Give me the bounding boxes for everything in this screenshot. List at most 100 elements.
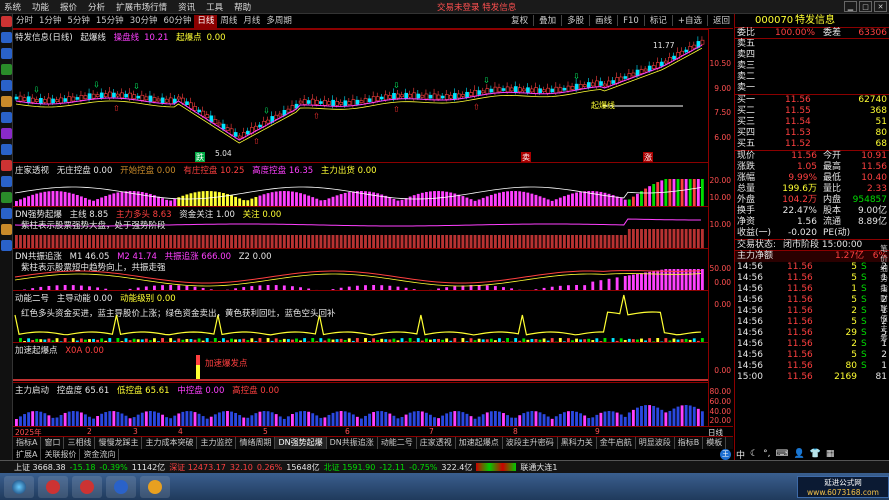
draw-button[interactable]: 画线 (592, 15, 615, 28)
alert-icon[interactable] (1, 160, 12, 171)
rank-icon[interactable] (1, 144, 12, 155)
ime-skin-icon[interactable]: 👕 (810, 449, 821, 459)
side-view-tab[interactable]: 联 (879, 304, 889, 314)
netflow-row[interactable]: 主力净额 1.27亿 6% (735, 251, 889, 262)
order-book-row[interactable]: 卖四 (735, 50, 889, 61)
chart-icon[interactable] (1, 48, 12, 59)
tab-period-60m[interactable]: 60分钟 (161, 15, 195, 28)
ime-grid-icon[interactable]: ▦ (826, 449, 835, 459)
taskbar-app[interactable] (72, 475, 102, 498)
tab-period-30m[interactable]: 30分钟 (127, 15, 161, 28)
tab-indicator[interactable]: 指标B (675, 437, 704, 449)
order-book-row[interactable]: 买一 11.56 62740 (735, 95, 889, 106)
connection-status[interactable]: 联通大连1 (520, 462, 557, 473)
ime-keyboard-icon[interactable]: ⌨ (775, 449, 788, 459)
menu-item-analysis[interactable]: 分析 (88, 1, 105, 13)
close-icon[interactable]: ✕ (874, 1, 887, 12)
tab-period-15m[interactable]: 15分钟 (93, 15, 127, 28)
side-view-tab[interactable]: 笔 (879, 244, 889, 254)
order-book-row[interactable]: 卖三 (735, 61, 889, 72)
menu-item-system[interactable]: 系统 (4, 1, 21, 13)
tab-indicator[interactable]: 黑科力关 (558, 437, 597, 449)
order-book-row[interactable]: 卖五 (735, 39, 889, 50)
tab-indicator[interactable]: 波段主升密码 (503, 437, 558, 449)
add-favorite-button[interactable]: +自选 (675, 15, 705, 28)
taskbar-app[interactable] (106, 475, 136, 498)
tab-period-day[interactable]: 日线 (194, 14, 218, 28)
index-bz[interactable]: 北证 1591.90 (324, 462, 376, 473)
panel-jiasu[interactable]: 加速起爆点 X0A 0.00 加速爆发点 (13, 342, 708, 382)
multi-stock-button[interactable]: 多股 (564, 15, 587, 28)
tab-indicator[interactable]: 窗口 (41, 437, 65, 449)
taskbar-app[interactable] (140, 475, 170, 498)
formula-icon[interactable] (1, 176, 12, 187)
tab-fund-flow[interactable]: 资金流向 (80, 449, 120, 460)
menu-item-quote[interactable]: 报价 (60, 1, 77, 13)
tick-list[interactable]: 14:56 11.56 5 S 2 14:56 11.56 5 S 1 14:56 11.56 1 S 1 1… (735, 262, 889, 383)
tab-indicator[interactable]: 主力成本突破 (142, 437, 198, 449)
side-view-tab[interactable]: 主 (879, 324, 889, 334)
taskbar-app[interactable] (38, 475, 68, 498)
maximize-icon[interactable]: □ (859, 1, 872, 12)
order-book-row[interactable]: 卖一 (735, 83, 889, 94)
back-button[interactable]: 返回 (710, 15, 733, 28)
panel-zhuli[interactable]: 主力启动 控盘度 65.61 低控盘 65.61 中控盘 0.00 高控盘 0.… (13, 382, 708, 426)
tab-extended-a[interactable]: 扩展A (13, 449, 42, 460)
tab-period-fenshi[interactable]: 分时 (13, 15, 36, 28)
side-view-tab[interactable]: 指 (879, 284, 889, 294)
panel-zhuangjia[interactable]: 庄家透视 无庄控盘 0.00 开始控盘 0.00 有庄控盘 10.25 高度控盘… (13, 162, 708, 206)
tab-related-quote[interactable]: 关联报价 (41, 449, 81, 460)
panel-dnqibao[interactable]: DN强势起爆 主线 8.85 主力多头 8.63 资金关注 1.00 关注 0.… (13, 206, 708, 248)
tab-indicator[interactable]: 庄家透视 (417, 437, 456, 449)
home-icon[interactable] (1, 16, 12, 27)
order-book-row[interactable]: 买二 11.55 368 (735, 106, 889, 117)
sector-icon[interactable] (1, 112, 12, 123)
tab-indicator[interactable]: 动能二号 (378, 437, 417, 449)
side-view-tab[interactable]: 筹 (879, 334, 889, 344)
tab-period-multi[interactable]: 多周期 (263, 15, 295, 28)
tab-indicator[interactable]: 明显波段 (636, 437, 675, 449)
side-view-tab[interactable]: 价 (879, 254, 889, 264)
menu-item-help[interactable]: 帮助 (234, 1, 251, 13)
tab-indicator[interactable]: 情绪周期 (236, 437, 276, 449)
tab-period-1m[interactable]: 1分钟 (36, 15, 64, 28)
tab-period-5m[interactable]: 5分钟 (64, 15, 92, 28)
order-book-row[interactable]: 卖二 (735, 72, 889, 83)
tab-indicator[interactable]: 三相线 (64, 437, 96, 449)
select-icon[interactable] (1, 192, 12, 203)
tool-icon[interactable] (1, 224, 12, 235)
news-icon[interactable] (1, 96, 12, 107)
order-book-row[interactable]: 买五 11.52 68 (735, 139, 889, 150)
side-view-tab[interactable]: 细 (879, 264, 889, 274)
tab-period-week[interactable]: 周线 (217, 15, 240, 28)
ime-punct-icon[interactable]: °, (763, 449, 770, 459)
mark-button[interactable]: 标记 (647, 15, 670, 28)
tab-indicator[interactable]: 指标A (13, 437, 42, 449)
tab-indicator[interactable]: 加速起爆点 (456, 437, 503, 449)
minimize-icon[interactable]: ▁ (844, 1, 857, 12)
ime-moon-icon[interactable]: ☾ (750, 449, 758, 459)
panel-gongzhen[interactable]: DN共振追涨 M1 46.05 M2 41.74 共振追涨 666.00 Z2 … (13, 248, 708, 290)
adjust-button[interactable]: 复权 (508, 15, 531, 28)
tab-indicator[interactable]: DN强势起爆 (275, 437, 327, 449)
menu-item-function[interactable]: 功能 (32, 1, 49, 13)
tab-indicator[interactable]: DN共振追涨 (327, 437, 378, 449)
panel-dongneng[interactable]: 动能二号 主导动能 0.00 动能级别 0.00 红色多头资金买进，蓝主导股价上… (13, 290, 708, 342)
ime-mode[interactable]: 中 (736, 448, 745, 461)
order-book-row[interactable]: 买四 11.53 80 (735, 128, 889, 139)
start-button[interactable] (4, 475, 34, 498)
rsi-icon[interactable] (1, 208, 12, 219)
f10-button[interactable]: F10 (620, 15, 642, 28)
side-view-tab[interactable]: 值 (879, 314, 889, 324)
kline-icon[interactable] (1, 80, 12, 91)
tab-indicator[interactable]: 慢慢龙踩主 (95, 437, 143, 449)
overlay-button[interactable]: 叠加 (536, 15, 559, 28)
ime-logo-icon[interactable]: 王 (720, 448, 731, 460)
quote-icon[interactable] (1, 32, 12, 43)
menu-item-tools[interactable]: 工具 (206, 1, 223, 13)
kline-panel[interactable]: 特发信息(日线) 起爆线 操盘线 10.21 起爆点 0.00 ⇩ ⇩ ⇩ ⇩ ⇩ ⇩ ⇩ ⇧ ⇧ ⇧… (13, 29, 708, 162)
tab-period-month[interactable]: 月线 (240, 15, 263, 28)
ime-user-icon[interactable]: 👤 (793, 449, 804, 459)
analysis-icon[interactable] (1, 64, 12, 75)
tab-indicator[interactable]: 金牛启航 (597, 437, 636, 449)
